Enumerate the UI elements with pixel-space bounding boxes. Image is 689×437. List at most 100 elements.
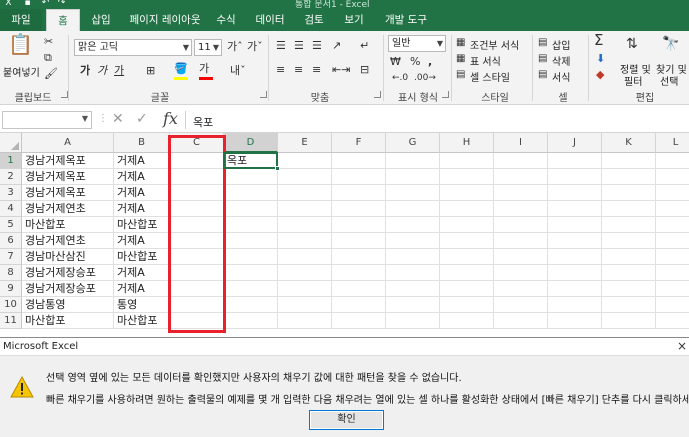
chevron-down-icon[interactable]: ▼ [82, 114, 88, 123]
cell-l2[interactable] [656, 169, 689, 185]
cell-g5[interactable] [386, 217, 440, 233]
cell-e2[interactable] [278, 169, 332, 185]
cell-j5[interactable] [548, 217, 602, 233]
column-header-b[interactable]: B [114, 133, 170, 153]
align-center-icon[interactable]: ≡ [294, 63, 303, 77]
cell-d6[interactable] [224, 233, 278, 249]
cell-h8[interactable] [440, 265, 494, 281]
cell-a8[interactable]: 경남거제장승포 [22, 265, 114, 281]
cell-d9[interactable] [224, 281, 278, 297]
increase-font-icon[interactable]: 가ˆ [227, 40, 243, 54]
cell-d8[interactable] [224, 265, 278, 281]
font-color-button[interactable]: 가 [199, 62, 209, 76]
cell-k5[interactable] [602, 217, 656, 233]
delete-cells-icon[interactable]: ▤ [538, 52, 547, 66]
cell-f5[interactable] [332, 217, 386, 233]
phonetic-icon[interactable]: 내ˇ [230, 64, 246, 78]
cell-h5[interactable] [440, 217, 494, 233]
column-header-l[interactable]: L [656, 133, 689, 153]
cell-h9[interactable] [440, 281, 494, 297]
format-cells-button[interactable]: 서식 [552, 69, 570, 84]
cell-g7[interactable] [386, 249, 440, 265]
cell-l3[interactable] [656, 185, 689, 201]
cancel-icon[interactable]: ✕ [112, 111, 124, 127]
font-name-dropdown[interactable]: 맑은 고딕 ▼ [74, 39, 192, 56]
align-bottom-icon[interactable]: ☰ [312, 39, 322, 53]
row-header[interactable]: 1 [0, 153, 22, 169]
cell-l6[interactable] [656, 233, 689, 249]
cell-a10[interactable]: 경남통영 [22, 297, 114, 313]
cell-k3[interactable] [602, 185, 656, 201]
cell-f9[interactable] [332, 281, 386, 297]
cell-f8[interactable] [332, 265, 386, 281]
currency-icon[interactable]: ₩ [390, 55, 401, 69]
redo-icon[interactable]: ↷ [56, 0, 67, 9]
cell-f4[interactable] [332, 201, 386, 217]
clear-icon[interactable]: ◆ [596, 68, 604, 82]
cell-l8[interactable] [656, 265, 689, 281]
cell-g4[interactable] [386, 201, 440, 217]
tab-review[interactable]: 검토 [296, 9, 332, 31]
cell-j1[interactable] [548, 153, 602, 169]
align-right-icon[interactable]: ≡ [312, 63, 321, 77]
cell-f11[interactable] [332, 313, 386, 329]
format-cells-icon[interactable]: ▤ [538, 68, 547, 82]
cell-g8[interactable] [386, 265, 440, 281]
find-select-icon[interactable]: 🔭 [662, 37, 679, 51]
column-header-k[interactable]: K [602, 133, 656, 153]
cell-e4[interactable] [278, 201, 332, 217]
tab-insert[interactable]: 삽입 [82, 9, 120, 31]
cell-a7[interactable]: 경남마산삼진 [22, 249, 114, 265]
cell-l7[interactable] [656, 249, 689, 265]
cell-g9[interactable] [386, 281, 440, 297]
fill-icon[interactable]: ⬇ [596, 52, 605, 66]
cell-j11[interactable] [548, 313, 602, 329]
clipboard-launcher-icon[interactable] [61, 91, 68, 98]
cell-j6[interactable] [548, 233, 602, 249]
cell-d2[interactable] [224, 169, 278, 185]
cell-style-icon[interactable]: ▤ [456, 68, 465, 82]
cell-k1[interactable] [602, 153, 656, 169]
row-header[interactable]: 4 [0, 201, 22, 217]
cell-i7[interactable] [494, 249, 548, 265]
column-header-g[interactable]: G [386, 133, 440, 153]
cell-j7[interactable] [548, 249, 602, 265]
cell-j8[interactable] [548, 265, 602, 281]
cell-h1[interactable] [440, 153, 494, 169]
decrease-decimal-icon[interactable]: .00→ [414, 71, 436, 85]
cell-k2[interactable] [602, 169, 656, 185]
align-top-icon[interactable]: ☰ [276, 39, 286, 53]
cell-k6[interactable] [602, 233, 656, 249]
cell-l9[interactable] [656, 281, 689, 297]
cell-k9[interactable] [602, 281, 656, 297]
borders-icon[interactable]: ⊞ [146, 64, 155, 78]
cell-b8[interactable]: 거제A [114, 265, 170, 281]
cell-a9[interactable]: 경남거제장승포 [22, 281, 114, 297]
cell-e9[interactable] [278, 281, 332, 297]
format-painter-icon[interactable]: 🖌 [44, 67, 58, 81]
cell-e10[interactable] [278, 297, 332, 313]
cell-l1[interactable] [656, 153, 689, 169]
column-header-d[interactable]: D [224, 133, 278, 153]
cell-b1[interactable]: 거제A [114, 153, 170, 169]
number-launcher-icon[interactable] [442, 91, 449, 98]
cell-f3[interactable] [332, 185, 386, 201]
cell-h3[interactable] [440, 185, 494, 201]
cell-d11[interactable] [224, 313, 278, 329]
cell-b11[interactable]: 마산합포 [114, 313, 170, 329]
cell-k8[interactable] [602, 265, 656, 281]
select-all-button[interactable] [0, 133, 22, 153]
orientation-icon[interactable]: ↗ [332, 39, 341, 53]
comma-button[interactable]: , [428, 55, 432, 69]
fill-handle[interactable] [275, 166, 280, 171]
insert-cells-button[interactable]: 삽입 [552, 37, 570, 52]
cell-b10[interactable]: 통영 [114, 297, 170, 313]
cell-k10[interactable] [602, 297, 656, 313]
cell-h6[interactable] [440, 233, 494, 249]
row-header[interactable]: 3 [0, 185, 22, 201]
cell-l5[interactable] [656, 217, 689, 233]
align-middle-icon[interactable]: ☰ [294, 39, 304, 53]
copy-icon[interactable]: ⧉ [44, 51, 52, 65]
cell-b4[interactable]: 거제A [114, 201, 170, 217]
cell-i8[interactable] [494, 265, 548, 281]
